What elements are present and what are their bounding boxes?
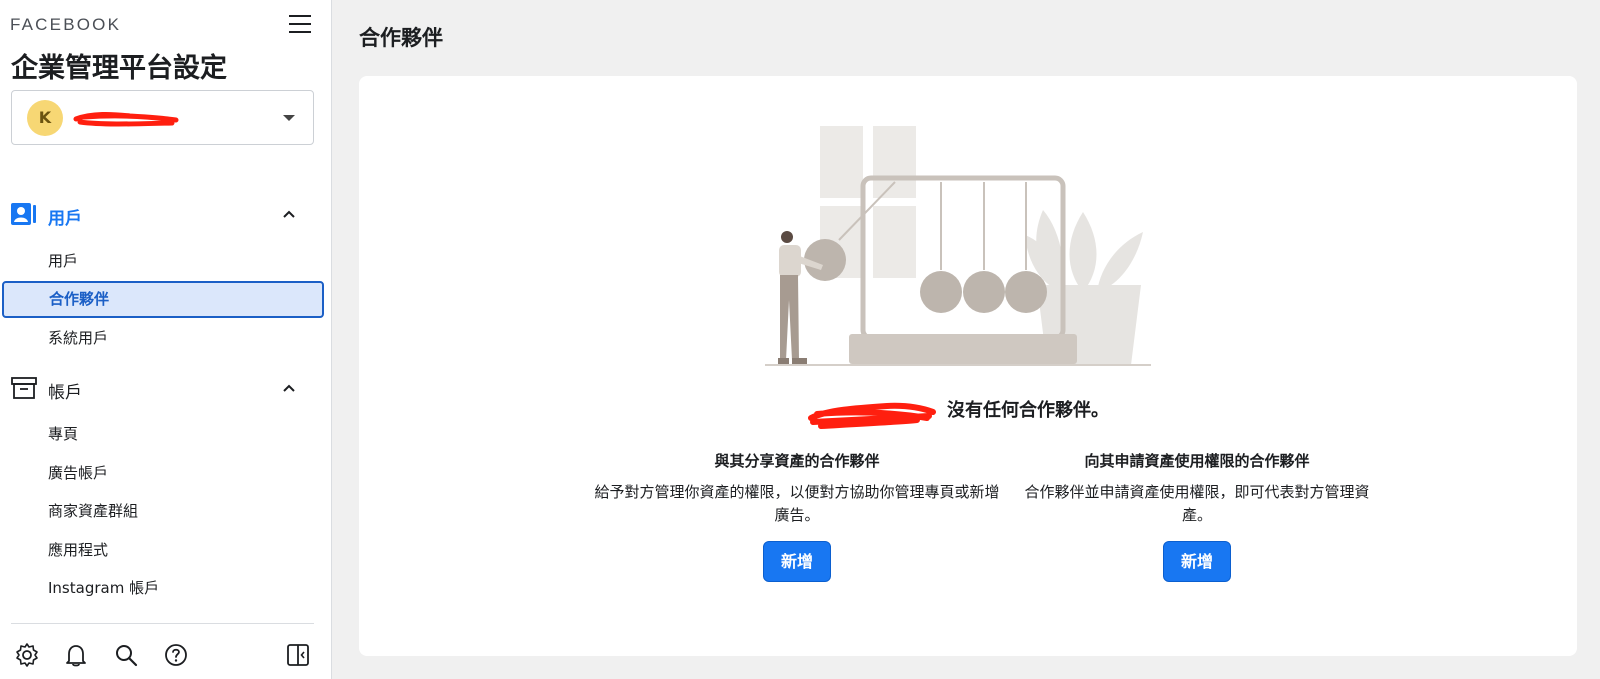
add-request-partner-button[interactable]: 新增: [1163, 541, 1231, 582]
column-description-line1: 給予對方管理你資產的權限，以便對方協助你管理專頁或新增: [594, 483, 1000, 501]
section-accounts[interactable]: 帳戶: [0, 370, 332, 406]
add-share-partner-button[interactable]: 新增: [763, 541, 831, 582]
sidebar-item-system-users[interactable]: 系統用戶: [0, 320, 325, 357]
section-users[interactable]: 用戶: [0, 196, 332, 232]
search-icon[interactable]: [113, 642, 139, 668]
sidebar-item-instagram[interactable]: Instagram 帳戶: [0, 570, 325, 607]
sidebar-item-partners[interactable]: 合作夥伴: [2, 281, 324, 318]
account-selector[interactable]: K: [11, 90, 314, 145]
divider: [11, 623, 314, 624]
column-description-line2: 廣告。: [774, 506, 820, 524]
redacted-name: [73, 111, 179, 127]
facebook-logo: FACEBOOK: [10, 15, 122, 34]
empty-state-message: 沒有任何合作夥伴。: [359, 396, 1577, 422]
sidebar-item-apps[interactable]: 應用程式: [0, 532, 325, 569]
page-title: 合作夥伴: [359, 26, 443, 50]
column-description-line2: 產。: [1181, 506, 1212, 524]
page-heading: 企業管理平台設定: [11, 53, 227, 84]
sidebar-item-users[interactable]: 用戶: [0, 243, 325, 280]
column-heading: 與其分享資產的合作夥伴: [714, 452, 880, 470]
bell-icon[interactable]: [63, 642, 89, 668]
partners-card: 沒有任何合作夥伴。 與其分享資產的合作夥伴 給予對方管理你資產的權限，以便對方協…: [359, 76, 1577, 656]
column-heading: 向其申請資產使用權限的合作夥伴: [1084, 452, 1310, 470]
users-icon: [11, 203, 36, 225]
empty-state-illustration: [765, 126, 1151, 366]
section-label: 用戶: [48, 209, 82, 229]
panel-toggle-icon[interactable]: [285, 642, 311, 668]
column-description-line1: 合作夥伴並申請資產使用權限，即可代表對方管理資: [1024, 483, 1370, 501]
chevron-up-icon: [283, 384, 295, 392]
gear-icon[interactable]: [14, 642, 40, 668]
menu-icon[interactable]: [289, 14, 311, 34]
section-label: 帳戶: [48, 383, 82, 403]
empty-state-text: 沒有任何合作夥伴。: [947, 400, 1109, 421]
request-assets-column: 向其申請資產使用權限的合作夥伴 合作夥伴並申請資產使用權限，即可代表對方管理資 …: [967, 450, 1427, 582]
sidebar: FACEBOOK 企業管理平台設定 K 用戶 用戶 合作夥伴 系統用戶 帳戶 專…: [0, 0, 332, 679]
sidebar-item-pages[interactable]: 專頁: [0, 416, 325, 453]
sidebar-item-ad-accounts[interactable]: 廣告帳戶: [0, 455, 325, 492]
chevron-down-icon: [283, 115, 295, 121]
sidebar-item-asset-groups[interactable]: 商家資產群組: [0, 493, 325, 530]
help-icon[interactable]: [163, 642, 189, 668]
chevron-up-icon: [283, 210, 295, 218]
share-assets-column: 與其分享資產的合作夥伴 給予對方管理你資產的權限，以便對方協助你管理專頁或新增 …: [567, 450, 1027, 582]
archive-icon: [11, 377, 37, 399]
avatar: K: [27, 100, 63, 136]
